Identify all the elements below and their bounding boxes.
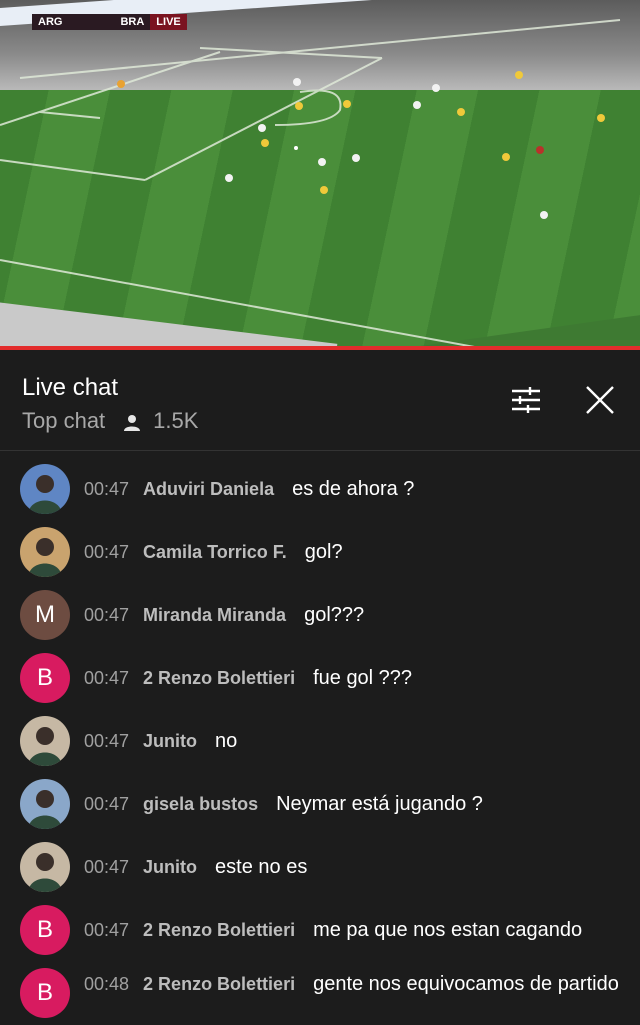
home-team: ARG bbox=[38, 16, 63, 28]
chat-message: B 00:47 2 Renzo Bolettieri me pa que nos e… bbox=[0, 899, 640, 962]
chat-message: 00:47 Junito no bbox=[0, 710, 640, 773]
profile-photo bbox=[28, 790, 62, 829]
away-team: BRA bbox=[120, 16, 145, 28]
chat-title: Live chat bbox=[22, 374, 119, 401]
avatar[interactable] bbox=[20, 464, 70, 514]
message-author[interactable]: 2 Renzo Bolettieri bbox=[143, 668, 295, 688]
message-time: 00:47 bbox=[84, 857, 130, 877]
message-text: fue gol ??? bbox=[313, 667, 413, 689]
person-icon bbox=[123, 412, 141, 431]
message-text: me pa que nos estan cagando bbox=[313, 919, 583, 941]
message-text: es de ahora ? bbox=[292, 478, 415, 500]
chat-header: Live chat Top chat 1.5K bbox=[0, 350, 640, 451]
sliders-icon bbox=[510, 386, 542, 419]
avatar[interactable]: M bbox=[20, 590, 70, 640]
profile-photo bbox=[28, 538, 62, 577]
chat-message: 00:47 gisela bustos Neymar está jugando ? bbox=[0, 773, 640, 836]
profile-photo bbox=[28, 853, 62, 892]
chat-message: 00:47 Junito este no es bbox=[0, 836, 640, 899]
chat-message: B 00:47 2 Renzo Bolettieri fue gol ??? bbox=[0, 647, 640, 710]
message-author[interactable]: Junito bbox=[143, 857, 197, 877]
avatar[interactable] bbox=[20, 779, 70, 829]
message-text: gente nos equivocamos de partido bbox=[313, 973, 619, 995]
chat-message-list[interactable]: 00:47 Aduviri Daniela es de ahora ? 00:47 C… bbox=[0, 458, 640, 1025]
chat-mode-selector[interactable]: Top chat 1.5K bbox=[22, 408, 198, 434]
video-player[interactable]: ARG BRA LIVE bbox=[0, 0, 640, 348]
message-time: 00:47 bbox=[84, 605, 130, 625]
message-text: gol? bbox=[304, 541, 343, 563]
chat-message: B 00:48 2 Renzo Bolettieri gente nos equiv… bbox=[0, 962, 640, 1025]
message-time: 00:48 bbox=[84, 974, 130, 994]
filter-button[interactable] bbox=[508, 384, 544, 420]
message-author[interactable]: gisela bustos bbox=[143, 794, 258, 814]
message-text: Neymar está jugando ? bbox=[276, 793, 483, 815]
chat-message: 00:47 Aduviri Daniela es de ahora ? bbox=[0, 458, 640, 521]
chat-message: 00:47 Camila Torrico F. gol? bbox=[0, 521, 640, 584]
message-author[interactable]: Camila Torrico F. bbox=[143, 542, 287, 562]
message-time: 00:47 bbox=[84, 479, 130, 499]
message-text: este no es bbox=[215, 856, 308, 878]
pitch-markings bbox=[0, 19, 621, 348]
avatar[interactable]: B bbox=[20, 653, 70, 703]
message-author[interactable]: Aduviri Daniela bbox=[143, 479, 274, 499]
message-time: 00:47 bbox=[84, 920, 130, 940]
message-time: 00:47 bbox=[84, 731, 130, 751]
message-author[interactable]: 2 Renzo Bolettieri bbox=[143, 974, 295, 994]
close-button[interactable] bbox=[582, 384, 618, 420]
profile-photo bbox=[28, 475, 62, 514]
scorebug: ARG BRA LIVE bbox=[32, 14, 187, 30]
viewer-count: 1.5K bbox=[153, 408, 199, 433]
avatar[interactable]: B bbox=[20, 968, 70, 1018]
close-icon bbox=[585, 385, 615, 420]
chat-message: M 00:47 Miranda Miranda gol??? bbox=[0, 584, 640, 647]
message-author[interactable]: Junito bbox=[143, 731, 197, 751]
players bbox=[117, 71, 605, 219]
avatar[interactable]: B bbox=[20, 905, 70, 955]
message-text: no bbox=[215, 730, 238, 752]
live-badge: LIVE bbox=[150, 14, 187, 30]
message-time: 00:47 bbox=[84, 542, 130, 562]
message-time: 00:47 bbox=[84, 794, 130, 814]
message-author[interactable]: Miranda Miranda bbox=[143, 605, 286, 625]
avatar[interactable] bbox=[20, 842, 70, 892]
profile-photo bbox=[28, 727, 62, 766]
avatar[interactable] bbox=[20, 527, 70, 577]
message-text: gol??? bbox=[304, 604, 365, 626]
avatar[interactable] bbox=[20, 716, 70, 766]
message-author[interactable]: 2 Renzo Bolettieri bbox=[143, 920, 295, 940]
message-time: 00:47 bbox=[84, 668, 130, 688]
chat-mode-label: Top chat bbox=[22, 408, 106, 433]
